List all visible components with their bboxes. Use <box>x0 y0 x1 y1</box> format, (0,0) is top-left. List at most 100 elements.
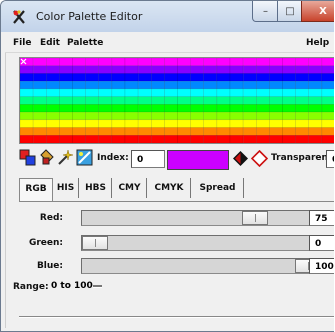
palette-cell[interactable] <box>295 104 310 113</box>
palette-cell[interactable] <box>216 119 231 128</box>
palette-cell[interactable] <box>242 111 257 121</box>
palette-cell[interactable] <box>137 111 152 121</box>
palette-cell[interactable] <box>98 80 113 90</box>
palette-cell[interactable] <box>151 119 165 128</box>
palette-cell[interactable] <box>20 88 34 97</box>
palette-cell[interactable] <box>164 80 178 90</box>
palette-cell[interactable] <box>59 73 73 82</box>
palette-cell[interactable] <box>59 58 73 66</box>
palette-cell[interactable] <box>72 119 86 128</box>
palette-cell[interactable] <box>295 135 310 143</box>
palette-cell[interactable] <box>308 58 323 66</box>
minimize-button[interactable]: – <box>252 1 279 22</box>
palette-cell[interactable] <box>177 119 191 128</box>
palette-cell[interactable] <box>190 96 205 105</box>
palette-cell[interactable] <box>124 65 139 74</box>
palette-cell[interactable] <box>111 58 126 66</box>
palette-cell[interactable] <box>72 58 86 66</box>
palette-cell[interactable] <box>151 58 165 66</box>
palette-cells[interactable] <box>20 58 334 143</box>
palette-cell[interactable] <box>111 80 126 90</box>
palette-cell[interactable] <box>46 127 60 136</box>
color-palette-grid[interactable] <box>19 57 334 144</box>
palette-cell[interactable] <box>85 88 100 97</box>
palette-cell[interactable] <box>32 111 47 121</box>
palette-cell[interactable] <box>203 135 218 143</box>
palette-cell[interactable] <box>229 127 244 136</box>
palette-cell[interactable] <box>151 135 165 143</box>
palette-cell[interactable] <box>59 119 73 128</box>
palette-cell[interactable] <box>216 135 231 143</box>
palette-cell[interactable] <box>282 88 296 97</box>
tab-rgb[interactable]: RGB <box>19 178 53 202</box>
palette-cell[interactable] <box>85 58 100 66</box>
palette-cell[interactable] <box>72 96 86 105</box>
palette-cell[interactable] <box>20 96 34 105</box>
palette-cell[interactable] <box>190 104 205 113</box>
palette-cell[interactable] <box>256 119 270 128</box>
palette-cell[interactable] <box>137 58 152 66</box>
palette-cell[interactable] <box>256 135 270 143</box>
palette-cell[interactable] <box>124 96 139 105</box>
palette-cell[interactable] <box>282 80 296 90</box>
palette-cell[interactable] <box>269 88 283 97</box>
palette-cell[interactable] <box>229 73 244 82</box>
palette-cell[interactable] <box>282 73 296 82</box>
palette-cell[interactable] <box>32 58 47 66</box>
palette-cell[interactable] <box>256 127 270 136</box>
palette-cell[interactable] <box>72 104 86 113</box>
range-option-menu[interactable]: 0 to 100 <box>48 278 108 294</box>
palette-cell[interactable] <box>85 111 100 121</box>
palette-cell[interactable] <box>269 96 283 105</box>
palette-cell[interactable] <box>242 96 257 105</box>
palette-cell[interactable] <box>98 58 113 66</box>
palette-cell[interactable] <box>72 135 86 143</box>
palette-cell[interactable] <box>321 88 334 97</box>
palette-cell[interactable] <box>308 73 323 82</box>
palette-cell[interactable] <box>46 119 60 128</box>
palette-cell[interactable] <box>151 80 165 90</box>
opaque-diamond-icon[interactable] <box>232 150 249 167</box>
palette-cell[interactable] <box>164 119 178 128</box>
transparency-field[interactable]: 0 <box>326 150 334 168</box>
palette-cell[interactable] <box>137 96 152 105</box>
palette-cell[interactable] <box>295 111 310 121</box>
palette-cell[interactable] <box>269 119 283 128</box>
palette-cell[interactable] <box>59 65 73 74</box>
palette-cell[interactable] <box>46 135 60 143</box>
palette-cell[interactable] <box>72 65 86 74</box>
magic-wand-icon[interactable] <box>57 149 74 166</box>
palette-cell[interactable] <box>59 80 73 90</box>
palette-cell[interactable] <box>98 119 113 128</box>
palette-cell[interactable] <box>32 65 47 74</box>
palette-cell[interactable] <box>32 104 47 113</box>
palette-cell[interactable] <box>164 88 178 97</box>
palette-cell[interactable] <box>295 58 310 66</box>
palette-cell[interactable] <box>111 135 126 143</box>
palette-cell[interactable] <box>124 73 139 82</box>
paint-bucket-icon[interactable] <box>38 149 55 166</box>
palette-cell[interactable] <box>137 73 152 82</box>
palette-cell[interactable] <box>190 58 205 66</box>
menu-file[interactable]: File <box>13 38 31 48</box>
palette-cell[interactable] <box>190 73 205 82</box>
palette-cell[interactable] <box>242 65 257 74</box>
maximize-button[interactable]: □ <box>277 1 303 22</box>
palette-cell[interactable] <box>46 73 60 82</box>
palette-cell[interactable] <box>321 127 334 136</box>
palette-cell[interactable] <box>59 104 73 113</box>
palette-cell[interactable] <box>190 135 205 143</box>
palette-cell[interactable] <box>203 127 218 136</box>
palette-cell[interactable] <box>46 65 60 74</box>
palette-cell[interactable] <box>229 135 244 143</box>
palette-cell[interactable] <box>98 104 113 113</box>
palette-cell[interactable] <box>216 127 231 136</box>
palette-cell[interactable] <box>124 58 139 66</box>
palette-cell[interactable] <box>137 135 152 143</box>
palette-cell[interactable] <box>216 80 231 90</box>
palette-cell[interactable] <box>98 73 113 82</box>
palette-cell[interactable] <box>137 127 152 136</box>
palette-cell[interactable] <box>111 111 126 121</box>
palette-cell[interactable] <box>46 104 60 113</box>
palette-cell[interactable] <box>308 135 323 143</box>
